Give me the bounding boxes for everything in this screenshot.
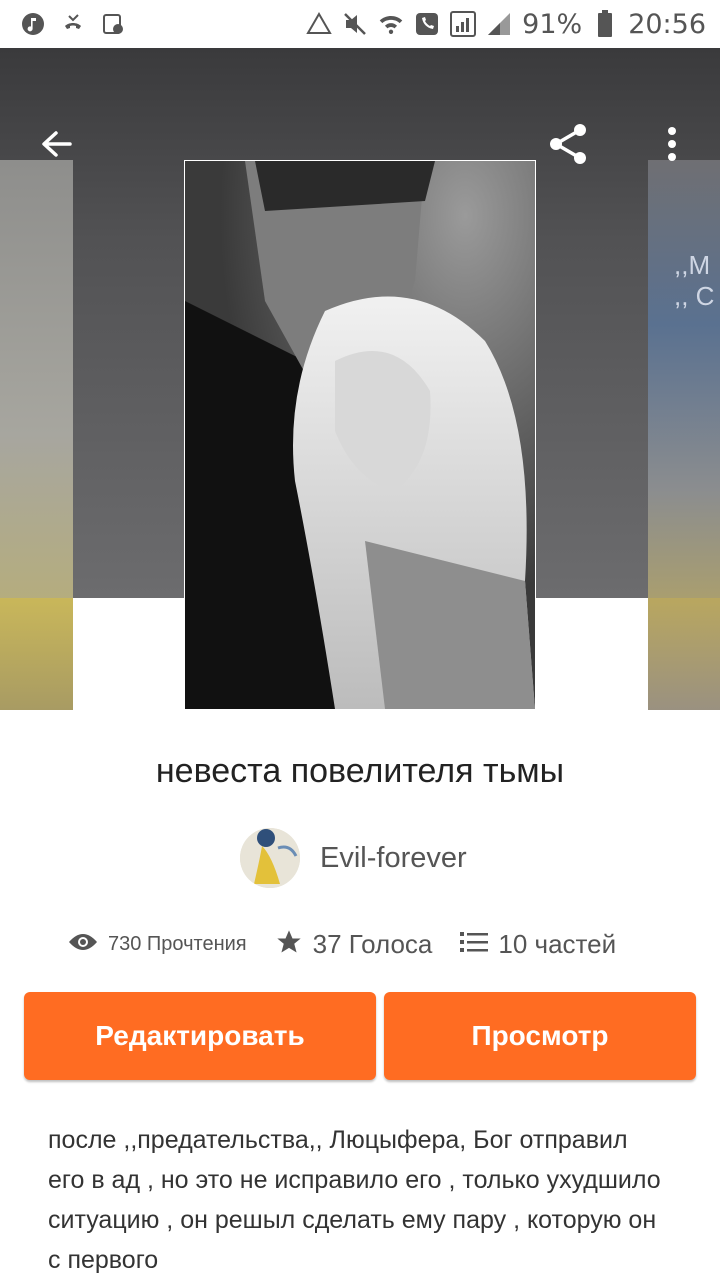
phone-icon [414,11,440,37]
next-cover-preview[interactable]: ,,M ,, C [648,160,720,598]
eye-icon [68,932,98,957]
more-options-button[interactable] [644,118,700,174]
battery-icon [592,10,618,37]
previous-cover-preview[interactable] [0,160,73,598]
recycle-icon [306,11,332,37]
signal-icon [450,11,477,37]
reads-count: 730 Прочтения [108,932,247,955]
avatar[interactable] [240,828,300,888]
next-cover-text: ,,M ,, C [674,250,715,311]
mute-icon [342,11,368,37]
author-row[interactable]: Evil-forever [240,828,467,888]
status-bar: 91% 20:56 [0,0,720,48]
share-button[interactable] [540,118,596,174]
battery-percent: 91% [522,8,583,40]
missed-call-icon [60,11,86,37]
list-icon [460,930,489,959]
music-note-icon [20,11,46,37]
previous-cover-preview-bottom [0,598,73,710]
next-cover-preview-bottom [648,598,720,710]
screenshot-icon [100,11,126,37]
back-button[interactable] [28,118,84,174]
more-vert-icon [666,126,678,167]
story-description: после ,,предательства,, Люцыфера, Бог от… [48,1126,661,1274]
story-cover-image[interactable] [184,160,536,710]
story-title: невеста повелителя тьмы [155,752,565,790]
wifi-call-icon [378,11,404,37]
hero-gap-left [73,598,184,710]
parts-count[interactable]: 10 частей [498,929,616,960]
star-icon [275,928,303,961]
signal-2-icon [486,11,512,37]
arrow-left-icon [38,126,74,167]
clock: 20:56 [628,8,706,40]
hero-gap-right [536,598,648,710]
votes-count: 37 Голоса [312,928,433,959]
view-button[interactable]: Просмотр [384,992,696,1080]
story-stats: 730 Прочтения 37 Голоса 10 частей [68,922,644,966]
share-icon [544,120,592,173]
author-name[interactable]: Evil-forever [320,842,467,875]
edit-button[interactable]: Редактировать [24,992,376,1080]
